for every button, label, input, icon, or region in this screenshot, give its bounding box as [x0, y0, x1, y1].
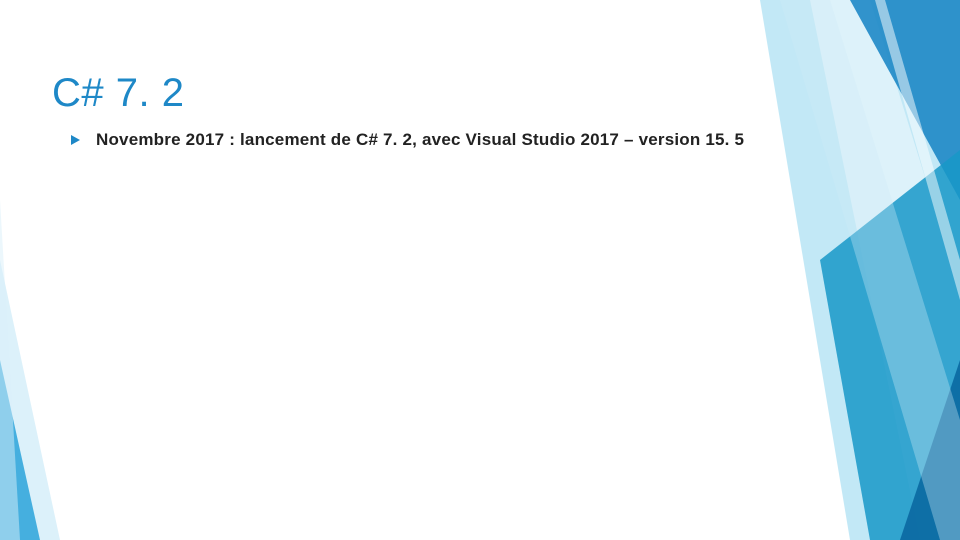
- decorative-triangles-right: [700, 0, 960, 540]
- bullet-icon: [68, 133, 82, 149]
- slide: C# 7. 2 Novembre 2017 : lancement de C# …: [0, 0, 960, 540]
- bullet-item: Novembre 2017 : lancement de C# 7. 2, av…: [68, 130, 744, 150]
- decorative-triangles-bottom-left: [0, 140, 220, 540]
- bullet-text: Novembre 2017 : lancement de C# 7. 2, av…: [96, 130, 744, 150]
- slide-title: C# 7. 2: [52, 71, 184, 116]
